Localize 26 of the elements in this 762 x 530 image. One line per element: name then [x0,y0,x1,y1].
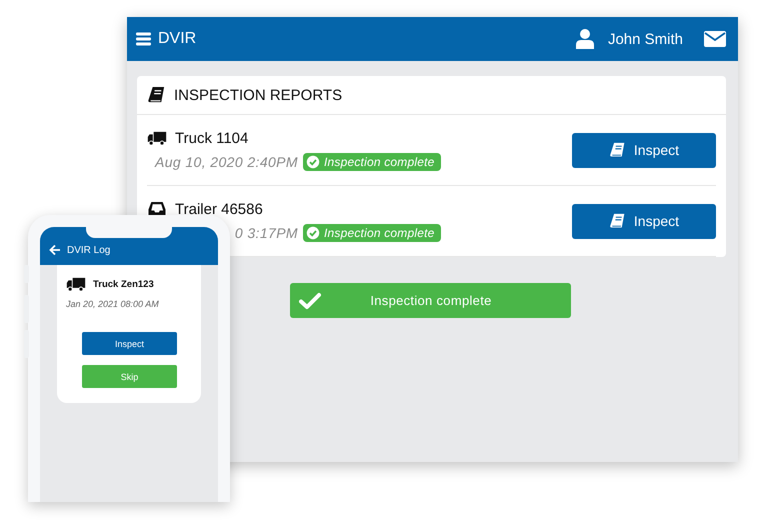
book-icon [608,142,626,158]
checkmark-icon [299,292,321,310]
book-icon [608,212,626,230]
status-text: Inspection complete [324,226,435,240]
vehicle-name: Truck Zen123 [93,279,154,290]
section-title: INSPECTION REPORTS [174,86,342,104]
menu-icon[interactable] [136,32,151,46]
vehicle-name: Truck 1104 [175,130,248,146]
truck-icon [147,130,167,146]
back-arrow-icon[interactable] [49,244,61,256]
mail-icon[interactable] [704,31,726,47]
report-date: Aug 10, 2020 2:40PM [154,154,298,170]
user-name[interactable]: John Smith [608,30,683,48]
vehicle-name: Trailer 46586 [175,200,263,218]
inspect-button[interactable]: Inspect [82,332,177,355]
inspection-date: Jan 20, 2021 08:00 AM [66,299,160,309]
banner-text: Inspection complete [369,293,493,308]
report-date: 0 3:17PM [234,224,298,240]
status-text: Inspection complete [324,154,435,168]
phone-title: DVIR Log [67,245,110,256]
inspect-button[interactable]: Inspect [572,204,716,238]
inspect-button[interactable]: Inspect [572,132,716,168]
truck-icon [66,277,86,292]
book-icon [147,86,166,104]
app-title: DVIR [158,30,196,48]
user-icon [576,29,594,49]
